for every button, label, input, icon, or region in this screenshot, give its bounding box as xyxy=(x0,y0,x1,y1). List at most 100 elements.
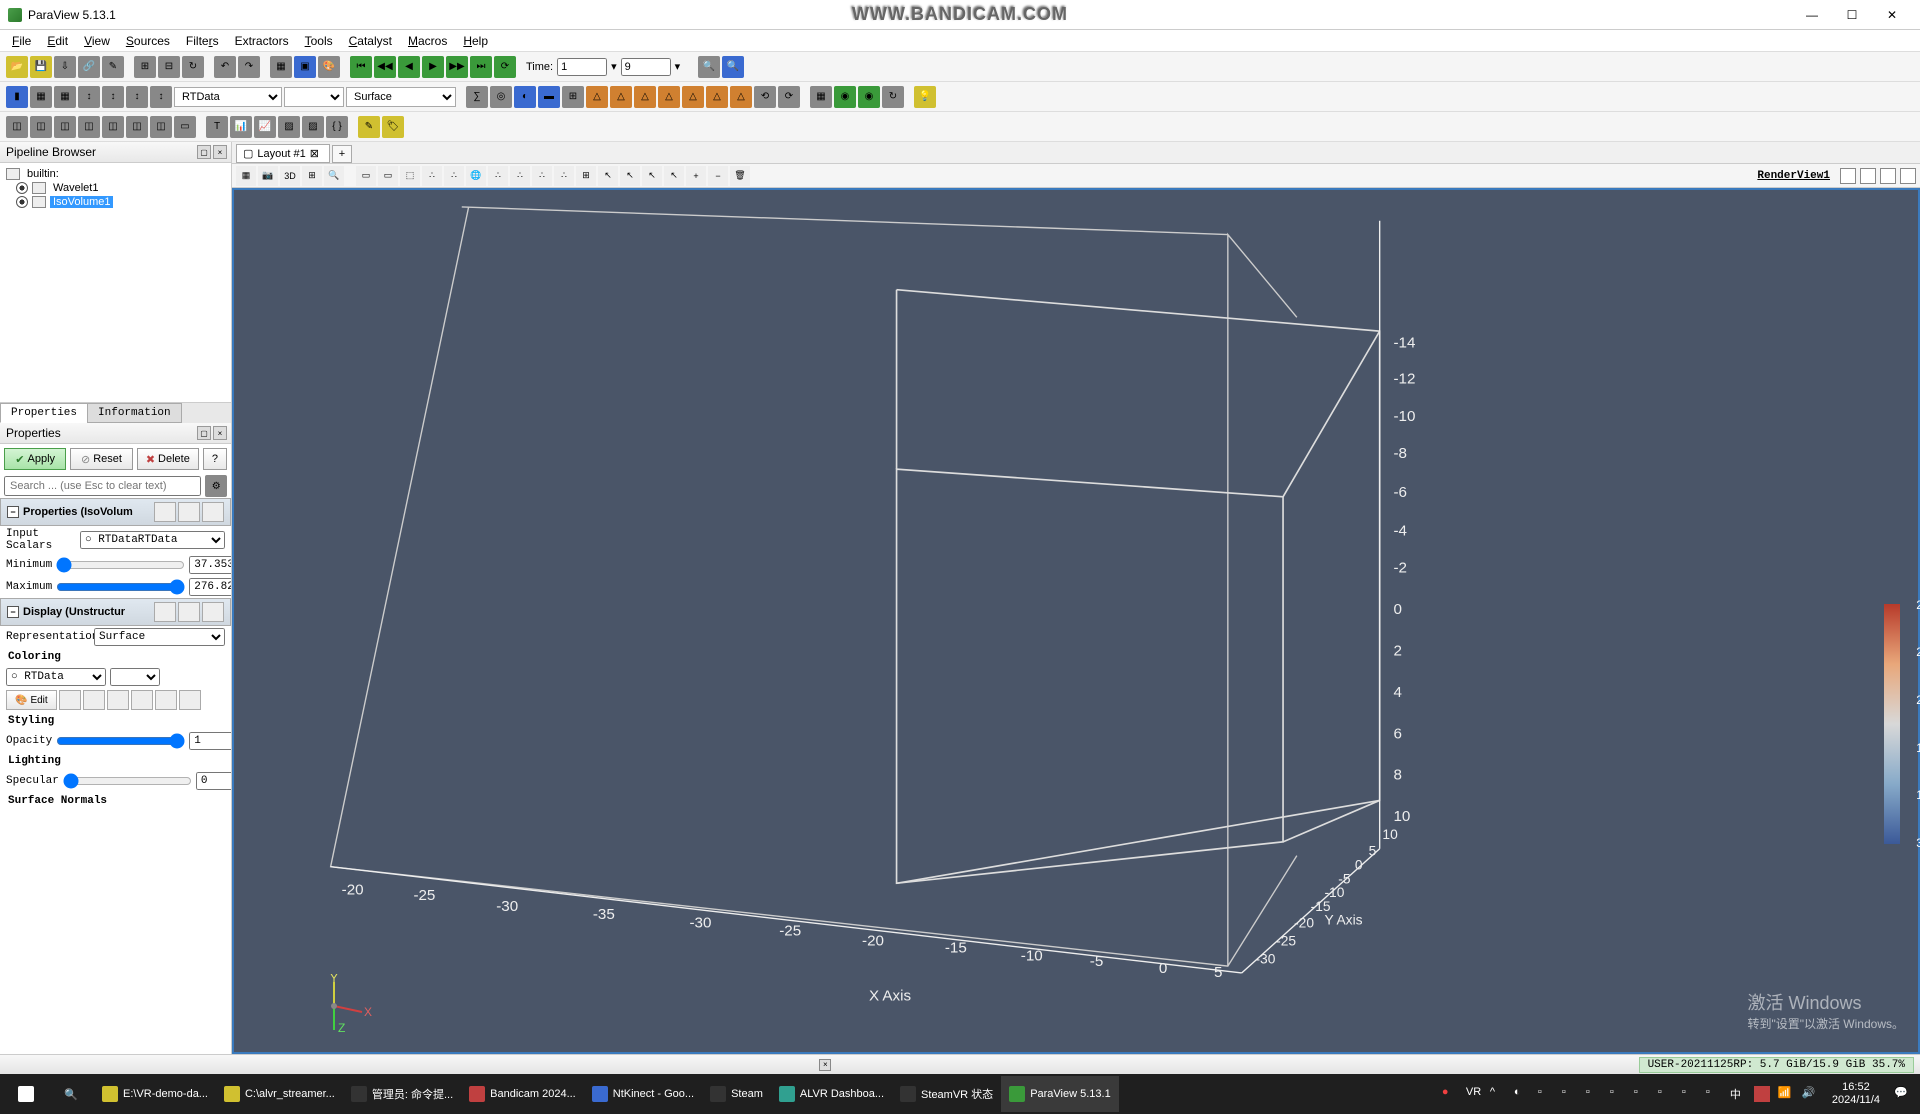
server-connect-icon[interactable]: ⊞ xyxy=(134,56,156,78)
rescale-temporal-icon[interactable]: ↕ xyxy=(150,86,172,108)
split-v-icon[interactable] xyxy=(1860,168,1876,184)
v-minus-icon[interactable]: − xyxy=(708,166,728,186)
colormap-6-icon[interactable] xyxy=(179,690,201,710)
tray-up-icon[interactable]: ^ xyxy=(1490,1086,1506,1102)
contour-icon[interactable]: ◎ xyxy=(490,86,512,108)
v-hover1-icon[interactable]: ↖ xyxy=(598,166,618,186)
close-tab-icon[interactable]: ⊠ xyxy=(310,147,319,160)
ann-5-icon[interactable]: ▨ xyxy=(302,116,324,138)
save-icon[interactable]: 💾 xyxy=(30,56,52,78)
add-layout-button[interactable]: + xyxy=(332,145,352,163)
extract7-icon[interactable]: △ xyxy=(730,86,752,108)
loop-icon[interactable]: ⟳ xyxy=(494,56,516,78)
extract4-icon[interactable]: △ xyxy=(658,86,680,108)
paste-icon[interactable] xyxy=(178,502,200,522)
extract1-icon[interactable]: △ xyxy=(586,86,608,108)
sel-1-icon[interactable]: ◫ xyxy=(6,116,28,138)
extract6-icon[interactable]: △ xyxy=(706,86,728,108)
start-button[interactable]: ⊞ xyxy=(4,1076,48,1112)
taskbar-task[interactable]: ParaView 5.13.1 xyxy=(1001,1076,1119,1112)
tab-properties[interactable]: Properties xyxy=(0,403,88,423)
v-sel6-icon[interactable]: 🌐 xyxy=(466,166,486,186)
reset-button[interactable]: ⊘Reset xyxy=(70,448,132,470)
menu-filters[interactable]: Filters xyxy=(178,32,227,50)
v-sel3-icon[interactable]: ⬚ xyxy=(400,166,420,186)
v-zoom-icon[interactable]: 🔍 xyxy=(324,166,344,186)
v-sel10-icon[interactable]: ∴ xyxy=(554,166,574,186)
v-sel5-icon[interactable]: ∴ xyxy=(444,166,464,186)
color-map-icon[interactable]: ▦ xyxy=(30,86,52,108)
tool-a-icon[interactable]: ▦ xyxy=(810,86,832,108)
tray-notif-icon[interactable]: 💬 xyxy=(1894,1086,1910,1102)
v-2-icon[interactable]: 📷 xyxy=(258,166,278,186)
visibility-icon[interactable] xyxy=(16,196,28,208)
section-display[interactable]: − Display (Unstructur xyxy=(0,598,231,626)
sel-7-icon[interactable]: ◫ xyxy=(150,116,172,138)
panel-close-icon[interactable]: × xyxy=(213,145,227,159)
disconnect-icon[interactable]: ✎ xyxy=(102,56,124,78)
ann-3-icon[interactable]: 📈 xyxy=(254,116,276,138)
time-max-spinner-icon[interactable]: ▾ xyxy=(675,60,681,73)
connect-icon[interactable]: ⇩ xyxy=(54,56,76,78)
orientation-axes[interactable]: X Y Z xyxy=(314,974,374,1038)
tray-net-icon[interactable]: 📶 xyxy=(1778,1086,1794,1102)
v-sel8-icon[interactable]: ∴ xyxy=(510,166,530,186)
search-settings-icon[interactable]: ⚙ xyxy=(205,475,227,497)
collapse-icon[interactable]: − xyxy=(7,506,19,518)
menu-edit[interactable]: Edit xyxy=(39,32,76,50)
minimum-input[interactable] xyxy=(189,556,231,574)
v-sel1-icon[interactable]: ▭ xyxy=(356,166,376,186)
menu-tools[interactable]: Tools xyxy=(297,32,341,50)
threshold-icon[interactable]: ⊞ xyxy=(562,86,584,108)
menu-sources[interactable]: Sources xyxy=(118,32,178,50)
open-icon[interactable]: 📂 xyxy=(6,56,28,78)
menu-extractors[interactable]: Extractors xyxy=(227,32,297,50)
tray-8-icon[interactable]: ▫ xyxy=(1706,1086,1722,1102)
colormap-1-icon[interactable] xyxy=(59,690,81,710)
help-button[interactable]: ? xyxy=(203,448,227,470)
taskbar-task[interactable]: Bandicam 2024... xyxy=(461,1076,584,1112)
tab-information[interactable]: Information xyxy=(87,403,182,423)
find-data-icon[interactable]: 🔍 xyxy=(698,56,720,78)
opacity-input[interactable] xyxy=(189,732,231,750)
ann-6-icon[interactable]: { } xyxy=(326,116,348,138)
tray-1-icon[interactable]: ▫ xyxy=(1538,1086,1554,1102)
colormap-2-icon[interactable] xyxy=(83,690,105,710)
rescale-icon[interactable]: ↕ xyxy=(78,86,100,108)
pipeline-root[interactable]: builtin: xyxy=(4,167,227,181)
taskbar-task[interactable]: C:\alvr_streamer... xyxy=(216,1076,343,1112)
v-4-icon[interactable]: ⊞ xyxy=(302,166,322,186)
slice-icon[interactable]: ▬ xyxy=(538,86,560,108)
search-button[interactable]: 🔍 xyxy=(49,1076,93,1112)
v-3d-icon[interactable]: 3D xyxy=(280,166,300,186)
v-hover3-icon[interactable]: ↖ xyxy=(642,166,662,186)
maximize-view-icon[interactable] xyxy=(1880,168,1896,184)
menu-help[interactable]: Help xyxy=(455,32,496,50)
colormap-5-icon[interactable] xyxy=(155,690,177,710)
taskbar-task[interactable]: E:\VR-demo-da... xyxy=(94,1076,216,1112)
color-legend[interactable]: 2.8e+02 250 200 150 100 3.7e+01 RTData xyxy=(1884,604,1904,844)
color-component-dropdown[interactable] xyxy=(110,668,160,686)
extract5-icon[interactable]: △ xyxy=(682,86,704,108)
pipeline-node-wavelet[interactable]: Wavelet1 xyxy=(4,181,227,195)
last-frame-icon[interactable]: ⏭ xyxy=(470,56,492,78)
restore-icon[interactable] xyxy=(202,502,224,522)
v-1-icon[interactable]: ▦ xyxy=(236,166,256,186)
calc-icon[interactable]: ∑ xyxy=(466,86,488,108)
palette-icon[interactable]: 🎨 xyxy=(318,56,340,78)
tray-vol-icon[interactable]: 🔊 xyxy=(1802,1086,1818,1102)
edit-color-button[interactable]: 🎨Edit xyxy=(6,690,57,710)
delete-button[interactable]: ✖Delete xyxy=(137,448,199,470)
tray-rec-icon[interactable]: ● xyxy=(1442,1086,1458,1102)
edit-color-icon[interactable]: ✎ xyxy=(358,116,380,138)
v-trash-icon[interactable]: 🗑 xyxy=(730,166,750,186)
rotn90-icon[interactable]: ⟳ xyxy=(778,86,800,108)
tray-6-icon[interactable]: ▫ xyxy=(1658,1086,1674,1102)
menu-macros[interactable]: Macros xyxy=(400,32,455,50)
tray-9-icon[interactable] xyxy=(1754,1086,1770,1102)
tray-vr-icon[interactable]: VR xyxy=(1466,1086,1482,1102)
opacity-slider[interactable] xyxy=(56,733,185,749)
first-frame-icon[interactable]: ⏮ xyxy=(350,56,372,78)
maximum-input[interactable] xyxy=(189,578,231,596)
v-hover2-icon[interactable]: ↖ xyxy=(620,166,640,186)
